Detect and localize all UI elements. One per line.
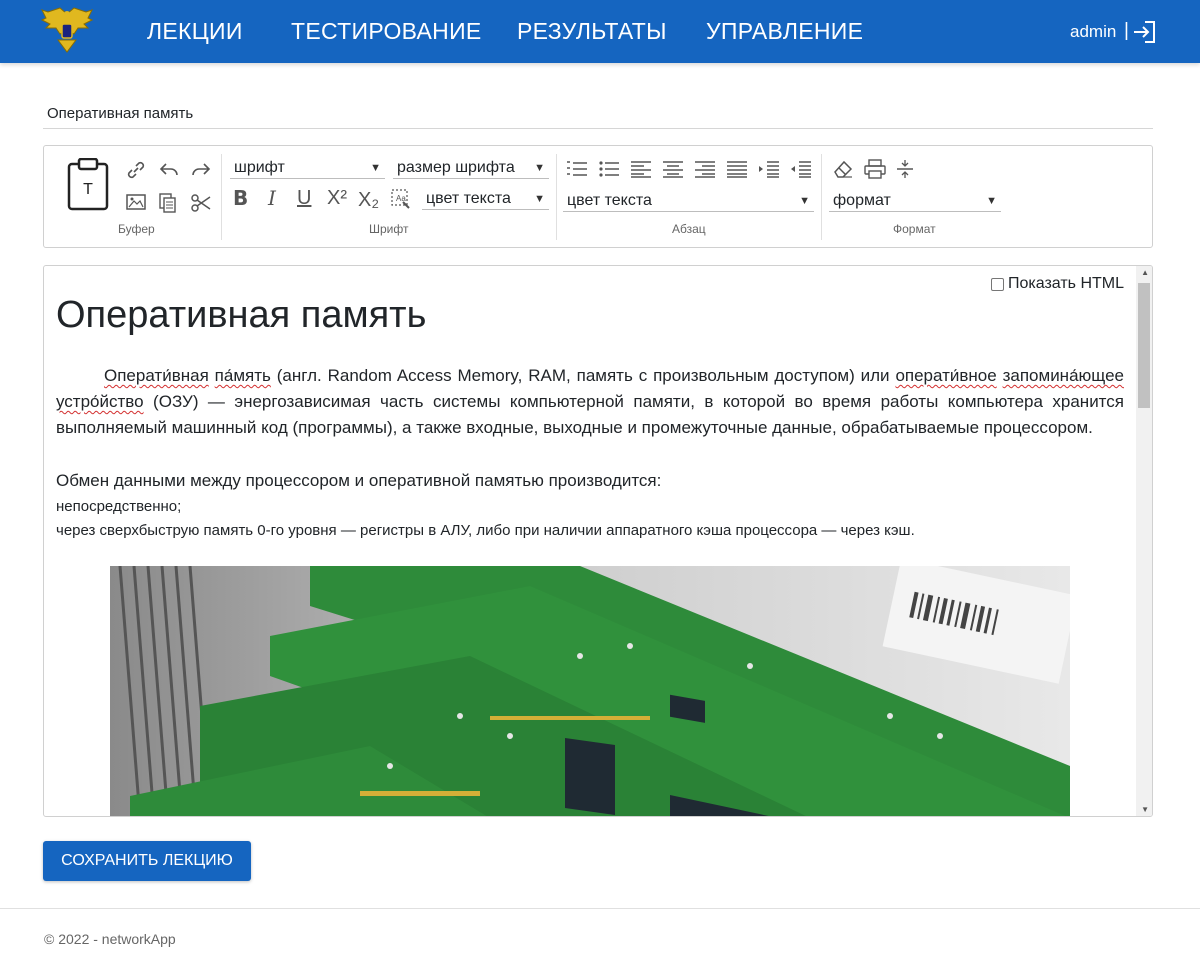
chevron-down-icon: ▼: [534, 192, 545, 205]
format-select[interactable]: формат ▼: [829, 190, 1001, 212]
align-center-icon[interactable]: [662, 160, 684, 178]
nav-separator: |: [1124, 20, 1129, 41]
show-html-checkbox[interactable]: [990, 277, 1004, 291]
redo-icon[interactable]: [190, 160, 212, 180]
indent-icon[interactable]: [758, 160, 780, 178]
ram-modules-image: [110, 566, 1070, 816]
ordered-list-icon[interactable]: [566, 160, 588, 178]
save-lecture-button[interactable]: СОХРАНИТЬ ЛЕКЦИЮ: [43, 841, 251, 881]
chevron-down-icon: ▼: [370, 161, 381, 174]
svg-text:Aa: Aa: [396, 194, 406, 203]
chevron-down-icon: ▼: [799, 194, 810, 207]
link-icon[interactable]: [126, 160, 146, 180]
subscript-icon[interactable]: X₂: [358, 190, 379, 210]
scroll-up-arrow-icon[interactable]: ▲: [1141, 268, 1149, 277]
nav-lectures[interactable]: ЛЕКЦИИ: [147, 18, 243, 45]
clear-format-icon[interactable]: Aa: [390, 188, 412, 210]
nav-results[interactable]: РЕЗУЛЬТАТЫ: [517, 18, 667, 45]
show-html-toggle[interactable]: Показать HTML: [990, 275, 1124, 293]
group-label-format: Формат: [893, 222, 936, 236]
lecture-editor[interactable]: Показать HTML Оперативная память Операти…: [43, 265, 1153, 817]
print-icon[interactable]: [864, 159, 886, 179]
doc-heading: Оперативная память: [56, 294, 427, 336]
cut-icon[interactable]: [190, 192, 212, 214]
scrollbar-thumb[interactable]: [1138, 283, 1150, 408]
doc-list-item: непосредственно;: [56, 498, 182, 515]
eraser-icon[interactable]: [832, 159, 854, 179]
show-html-label: Показать HTML: [1007, 275, 1124, 292]
paragraph-color-select[interactable]: цвет текста ▼: [563, 190, 814, 212]
scroll-down-arrow-icon[interactable]: ▼: [1141, 805, 1149, 814]
group-label-clipboard: Буфер: [118, 222, 155, 236]
horizontal-rule-icon[interactable]: [896, 159, 914, 179]
doc-paragraph: Операти́вная па́мять (англ. Random Acces…: [56, 363, 1124, 441]
bullet-list-icon[interactable]: [598, 160, 620, 178]
superscript-icon[interactable]: X²: [327, 188, 347, 208]
doc-word: запомина́ющее: [1002, 366, 1124, 385]
text-color-value: цвет текста: [426, 189, 511, 207]
doc-text: (ОЗУ) — энергозависимая часть системы ко…: [56, 392, 1124, 437]
svg-text:T: T: [83, 181, 93, 198]
align-right-icon[interactable]: [694, 160, 716, 178]
insert-image-icon[interactable]: [126, 192, 146, 212]
lecture-title-input[interactable]: [43, 98, 1153, 129]
doc-word: Операти́вная: [104, 366, 209, 385]
font-family-value: шрифт: [234, 158, 285, 176]
editor-toolbar: T Буфер шрифт ▼ размер шрифта ▼ B I U X² X…: [43, 145, 1153, 248]
eagle-emblem-icon[interactable]: [40, 6, 94, 56]
align-justify-icon[interactable]: [726, 160, 748, 178]
font-size-value: размер шрифта: [397, 158, 515, 176]
group-label-font: Шрифт: [369, 222, 409, 236]
top-navbar: ЛЕКЦИИ ТЕСТИРОВАНИЕ РЕЗУЛЬТАТЫ УПРАВЛЕНИ…: [0, 0, 1200, 63]
font-size-select[interactable]: размер шрифта ▼: [393, 157, 549, 179]
bold-icon[interactable]: B: [233, 188, 248, 208]
italic-icon[interactable]: I: [268, 188, 276, 208]
format-value: формат: [833, 191, 891, 209]
doc-exchange-line: Обмен данными между процессором и операт…: [56, 471, 662, 490]
outdent-icon[interactable]: [790, 160, 812, 178]
doc-word: устро́йство: [56, 392, 144, 411]
username: admin: [1070, 22, 1117, 41]
doc-word: операти́вное: [895, 366, 997, 385]
footer-divider: [0, 908, 1200, 909]
chevron-down-icon: ▼: [986, 194, 997, 207]
underline-icon[interactable]: U: [297, 188, 311, 208]
paragraph-color-value: цвет текста: [567, 191, 652, 209]
doc-list-item: через сверхбыструю память 0-го уровня — …: [56, 522, 915, 539]
footer-copyright: © 2022 - networkApp: [44, 931, 176, 947]
group-divider: [556, 154, 557, 240]
group-divider: [821, 154, 822, 240]
logout-icon[interactable]: [1132, 20, 1156, 44]
nav-testing[interactable]: ТЕСТИРОВАНИЕ: [291, 18, 482, 45]
align-left-icon[interactable]: [630, 160, 652, 178]
clipboard-paste-icon[interactable]: T: [66, 158, 110, 212]
chevron-down-icon: ▼: [534, 161, 545, 174]
copy-icon[interactable]: [158, 192, 178, 214]
undo-icon[interactable]: [158, 160, 180, 180]
nav-management[interactable]: УПРАВЛЕНИЕ: [706, 18, 863, 45]
editor-scrollbar[interactable]: ▲ ▼: [1136, 266, 1152, 816]
group-label-paragraph: Абзац: [672, 222, 706, 236]
text-color-select[interactable]: цвет текста ▼: [422, 188, 549, 210]
doc-text: (англ. Random Access Memory, RAM, память…: [270, 366, 896, 385]
group-divider: [221, 154, 222, 240]
font-family-select[interactable]: шрифт ▼: [230, 157, 385, 179]
doc-word: па́мять: [214, 366, 271, 385]
